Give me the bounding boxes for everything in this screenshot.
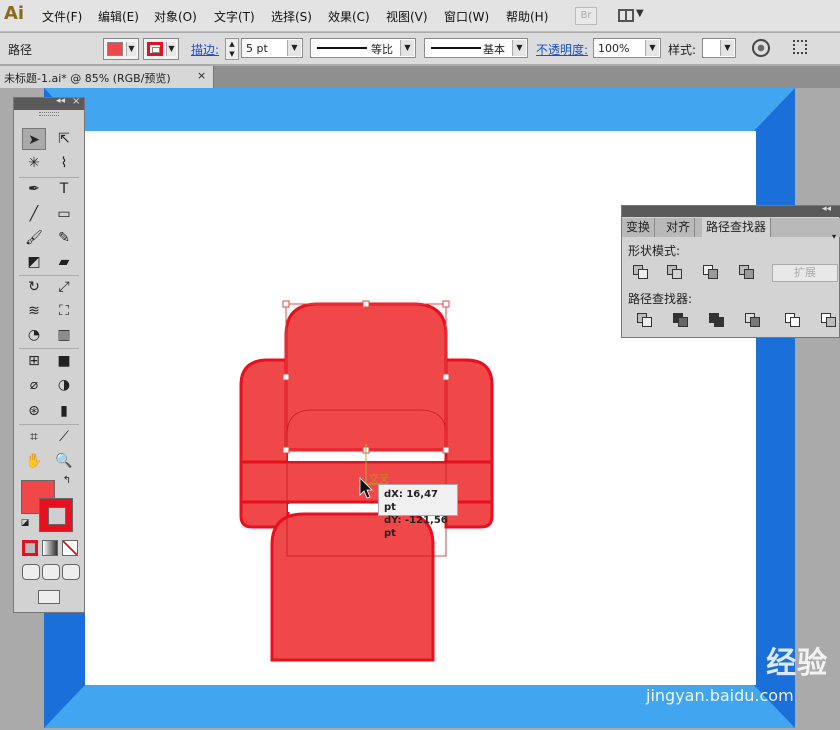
collapse-icon[interactable]: ◂◂ [822,204,831,214]
tools-panel: ◂◂ × ➤ ⇱ ✳ ⌇ ✒ T ╱ ▭ 🖌 ✎ ◩ ▰ ↻ ⤢ ≋ ⛶ ◔ ▥… [13,96,85,613]
divider [19,424,79,425]
tooltip-dy: dY: -121,56 pt [384,515,448,539]
panel-menu-icon[interactable]: ▾ [832,232,836,241]
line-tool-icon[interactable]: ╱ [22,203,46,225]
rectangle-tool-icon[interactable]: ▭ [52,203,76,225]
resize-handle[interactable] [442,446,450,454]
blob-brush-tool-icon[interactable]: ◩ [22,251,46,273]
slice-tool-icon[interactable]: ⟋ [52,426,76,448]
screen-mode-button[interactable] [38,590,60,604]
mesh-tool-icon[interactable]: ⊞ [22,350,46,372]
resize-handle[interactable] [282,446,290,454]
watermark: Bai du 经验 jingyan.baidu.com [640,630,827,710]
pathfinder-panel: ◂◂ 变换 对齐 路径查找器 ▾ 形状模式: 扩展 路径查找器: [621,204,840,338]
watermark-url: jingyan.baidu.com [646,686,794,705]
stroke-color-swatch[interactable] [39,498,73,532]
resize-handle[interactable] [442,300,450,308]
color-mode-button[interactable] [22,540,38,556]
outline-icon[interactable] [784,312,802,328]
column-graph-tool-icon[interactable]: ▮ [52,400,76,422]
tooltip-dx: dX: 16,47 pt [384,489,438,513]
default-colors-icon[interactable]: ◪ [18,516,32,530]
eraser-tool-icon[interactable]: ▰ [52,251,76,273]
pen-tool-icon[interactable]: ✒ [22,178,46,200]
lasso-tool-icon[interactable]: ⌇ [52,152,76,174]
swap-colors-icon[interactable]: ↰ [60,474,74,488]
exclude-icon[interactable] [738,264,756,280]
watermark-brand: Bai du 经验 [642,646,829,681]
paintbrush-tool-icon[interactable]: 🖌 [22,227,46,249]
minus-front-icon[interactable] [666,264,684,280]
magic-wand-tool-icon[interactable]: ✳ [22,152,46,174]
collapse-icon[interactable]: ◂◂ [56,96,65,106]
free-transform-tool-icon[interactable]: ⛶ [52,300,76,322]
tab-pathfinder[interactable]: 路径查找器 [702,218,772,237]
direct-selection-tool-icon[interactable]: ⇱ [52,128,76,150]
hand-tool-icon[interactable]: ✋ [22,450,46,472]
crop-icon[interactable] [744,312,762,328]
chair-backrest[interactable] [284,302,448,452]
divide-icon[interactable] [636,312,654,328]
tab-align[interactable]: 对齐 [662,218,696,237]
intersect-icon[interactable] [702,264,720,280]
shape-builder-tool-icon[interactable]: ◔ [22,324,46,346]
frame-corner [754,88,795,131]
minus-back-icon[interactable] [820,312,838,328]
resize-handle[interactable] [282,300,290,308]
resize-handle[interactable] [442,373,450,381]
perspective-grid-tool-icon[interactable]: ▥ [52,324,76,346]
move-tooltip: dX: 16,47 pt dY: -121,56 pt [378,484,458,539]
gradient-mode-button[interactable] [42,540,58,556]
frame-corner [44,685,85,728]
none-mode-button[interactable] [62,540,78,556]
tools-panel-header[interactable]: ◂◂ × [14,96,84,110]
blend-tool-icon[interactable]: ◑ [52,374,76,396]
pathfinders-label: 路径查找器: [628,292,693,306]
divider [19,348,79,349]
merge-icon[interactable] [708,312,726,328]
artboard-tool-icon[interactable]: ⌗ [22,426,46,448]
unite-icon[interactable] [632,264,650,280]
draw-inside-button[interactable] [62,564,80,580]
trim-icon[interactable] [672,312,690,328]
warp-tool-icon[interactable]: ≋ [22,300,46,322]
type-tool-icon[interactable]: T [52,178,76,200]
zoom-tool-icon[interactable]: 🔍 [52,450,76,472]
pencil-tool-icon[interactable]: ✎ [52,227,76,249]
selection-tool-icon[interactable]: ➤ [22,128,46,150]
resize-handle[interactable] [362,300,370,308]
artwork-layer: 交叉 [44,88,795,728]
panel-grip[interactable] [39,112,59,116]
pathfinder-panel-tabs: 变换 对齐 路径查找器 ▾ [622,218,840,241]
symbol-sprayer-tool-icon[interactable]: ⊛ [22,400,46,422]
pathfinder-panel-header[interactable]: ◂◂ [622,204,840,217]
scale-tool-icon[interactable]: ⤢ [52,276,76,298]
expand-button[interactable]: 扩展 [772,264,838,282]
rotate-tool-icon[interactable]: ↻ [22,276,46,298]
resize-handle[interactable] [282,373,290,381]
eyedropper-tool-icon[interactable]: ⌀ [22,374,46,396]
close-icon[interactable]: × [72,96,80,107]
gradient-tool-icon[interactable]: ■ [52,350,76,372]
tab-transform[interactable]: 变换 [622,218,656,237]
draw-behind-button[interactable] [42,564,60,580]
draw-normal-button[interactable] [22,564,40,580]
shape-modes-label: 形状模式: [628,244,681,258]
